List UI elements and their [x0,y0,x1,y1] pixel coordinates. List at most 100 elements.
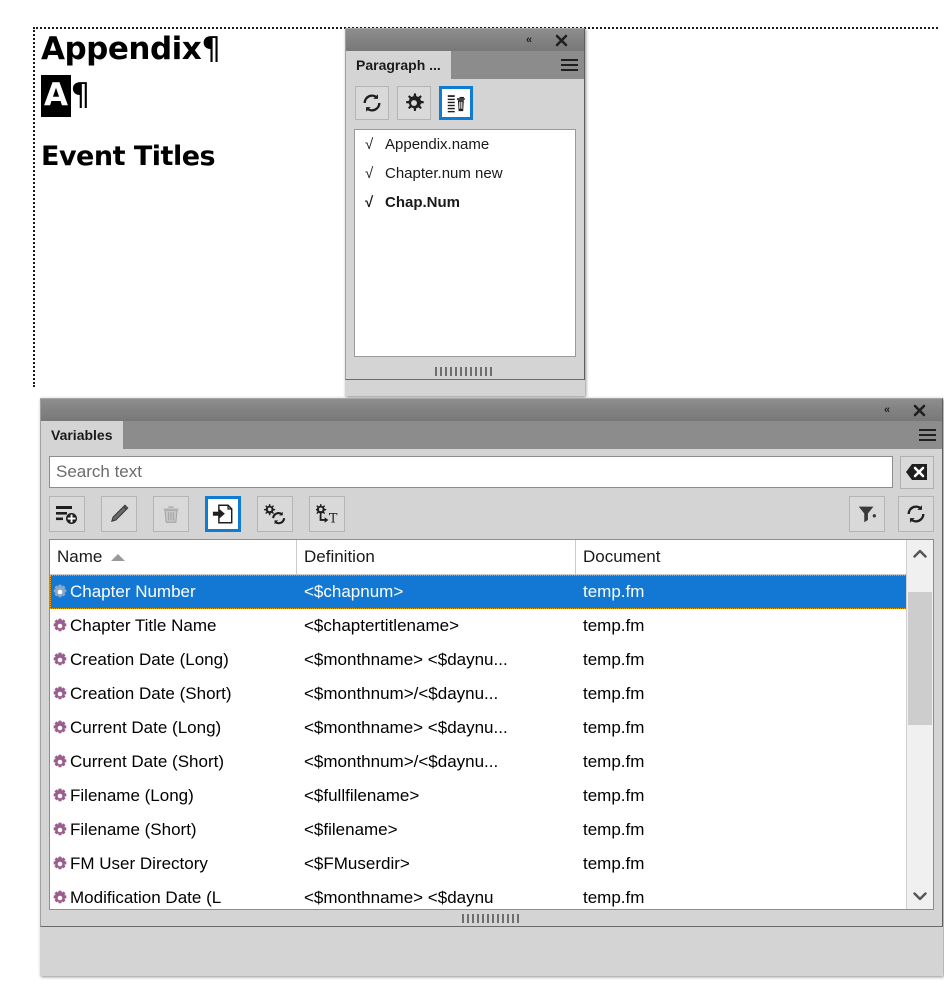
convert-to-text-icon[interactable]: T [309,496,345,532]
chevron-up-icon[interactable] [907,540,933,567]
search-row [49,455,934,489]
variables-table-header: Name Definition Document [50,540,933,575]
tab-paragraph-designer[interactable]: Paragraph ... [346,51,451,79]
cell-variable-name: Current Date (Short) [50,752,297,772]
sort-ascending-icon [111,553,126,561]
cell-variable-definition: <$monthname> <$daynu [304,888,494,907]
table-row[interactable]: Current Date (Short) <$monthnum>/<$daynu.… [50,745,933,779]
scrollbar-thumb[interactable] [908,592,932,725]
new-variable-icon[interactable] [49,496,85,532]
cell-variable-document: temp.fm [583,684,645,703]
cell-variable-name: Filename (Short) [50,820,297,840]
cell-variable-name: Creation Date (Short) [50,684,297,704]
svg-text:T: T [329,511,338,525]
cell-variable-definition: <$fullfilename> [304,786,420,805]
table-row[interactable]: FM User Directory <$FMuserdir> temp.fm [50,847,933,881]
hamburger-menu-icon[interactable] [919,429,936,441]
cell-variable-definition: <$FMuserdir> [304,854,410,873]
close-icon[interactable] [550,29,572,51]
delete-format-icon[interactable] [439,86,473,120]
delete-variable-icon[interactable] [153,496,189,532]
variables-panel-tabrow: Variables [40,421,943,449]
list-item[interactable]: √ Chapter.num new [355,159,575,188]
list-item-label: Chap.Num [385,194,460,211]
search-input[interactable] [49,456,893,488]
cell-variable-document: temp.fm [583,820,645,839]
insert-variable-icon[interactable] [205,496,241,532]
variables-toolbar: T [49,489,934,539]
paragraph-panel-tabrow: Paragraph ... [345,51,585,79]
cell-variable-name: Creation Date (Long) [50,650,297,670]
cell-variable-name: FM User Directory [50,854,297,874]
cell-variable-document: temp.fm [583,650,645,669]
paragraph-panel-titlebar[interactable]: « [345,28,585,51]
filter-icon[interactable] [849,496,885,532]
paragraph-panel-resize-grip[interactable] [345,363,585,380]
document-heading-appendix[interactable]: Appendix¶ [41,31,221,67]
column-header-name-label: Name [57,547,103,566]
convert-variable-icon[interactable] [257,496,293,532]
table-row[interactable]: Filename (Short) <$filename> temp.fm [50,813,933,847]
clear-search-icon[interactable] [900,455,934,489]
grip-dots-icon [435,366,495,376]
variables-panel-titlebar[interactable]: « [40,398,943,421]
chevron-down-icon[interactable] [907,882,933,909]
selected-character: A [41,75,71,117]
cell-variable-definition: <$chapnum> [304,582,404,601]
paragraph-formats-listwrap: √ Appendix.name √ Chapter.num new √ Chap… [345,127,585,363]
cell-variable-name: Modification Date (L [50,888,297,908]
column-header-document[interactable]: Document [576,540,876,574]
list-item-label: Chapter.num new [385,165,503,182]
collapse-icon[interactable]: « [518,29,540,51]
paragraph-formats-list[interactable]: √ Appendix.name √ Chapter.num new √ Chap… [354,129,576,357]
checkmark-icon: √ [365,136,374,153]
hamburger-menu-icon[interactable] [561,59,578,71]
pilcrow-mark: ¶ [70,77,91,113]
cell-variable-definition: <$monthnum>/<$daynu... [304,752,499,771]
cell-variable-name: Chapter Number [50,582,297,602]
edit-variable-icon[interactable] [101,496,137,532]
paragraph-panel-toolbar [345,79,585,127]
cell-variable-document: temp.fm [583,888,645,907]
list-item-label: Appendix.name [385,136,490,153]
gear-settings-icon[interactable] [397,86,431,120]
document-heading-event-titles[interactable]: Event Titles [41,141,216,172]
table-row[interactable]: Creation Date (Long) <$monthname> <$daynu… [50,643,933,677]
table-row[interactable]: Filename (Long) <$fullfilename> temp.fm [50,779,933,813]
cell-variable-name: Current Date (Long) [50,718,297,738]
table-row[interactable]: Creation Date (Short) <$monthnum>/<$daynu… [50,677,933,711]
close-icon[interactable] [908,399,930,421]
list-item[interactable]: √ Appendix.name [355,130,575,159]
checkmark-icon: √ [365,165,374,182]
collapse-icon[interactable]: « [876,399,898,421]
table-row[interactable]: Modification Date (L <$monthname> <$daynu… [50,881,933,909]
column-header-definition[interactable]: Definition [297,540,576,574]
update-all-icon[interactable] [355,86,389,120]
document-heading-appendix-text: Appendix [41,31,202,67]
cell-variable-document: temp.fm [583,582,645,601]
cell-variable-document: temp.fm [583,752,645,771]
cell-variable-name: Chapter Title Name [50,616,297,636]
refresh-icon[interactable] [898,496,934,532]
variables-panel: « Variables Search text T Name Definitio… [40,398,943,976]
checkmark-icon: √ [365,194,374,211]
variables-table-rows: Chapter Number <$chapnum> temp.fm Chapter T… [50,575,933,909]
variables-scrollbar[interactable] [906,540,933,909]
cell-variable-document: temp.fm [583,786,645,805]
tab-variables[interactable]: Variables [41,421,123,449]
variables-toolbar-right [849,496,934,532]
document-heading-a[interactable]: A¶ [41,75,91,117]
table-row[interactable]: Chapter Number <$chapnum> temp.fm [50,575,933,609]
list-item[interactable]: √ Chap.Num [355,188,575,217]
cell-variable-document: temp.fm [583,718,645,737]
cell-variable-document: temp.fm [583,854,645,873]
variables-table: Name Definition Document Chapter Number <… [49,539,934,910]
paragraph-designer-panel: « Paragraph ... √ Appendix.name √ Chapte… [345,28,585,396]
table-row[interactable]: Current Date (Long) <$monthname> <$daynu.… [50,711,933,745]
table-row[interactable]: Chapter Title Name <$chaptertitlename> tem… [50,609,933,643]
variables-panel-resize-grip[interactable] [40,910,943,927]
cell-variable-definition: <$monthname> <$daynu... [304,718,508,737]
cell-variable-name: Filename (Long) [50,786,297,806]
cell-variable-document: temp.fm [583,616,645,635]
column-header-name[interactable]: Name [50,540,297,574]
